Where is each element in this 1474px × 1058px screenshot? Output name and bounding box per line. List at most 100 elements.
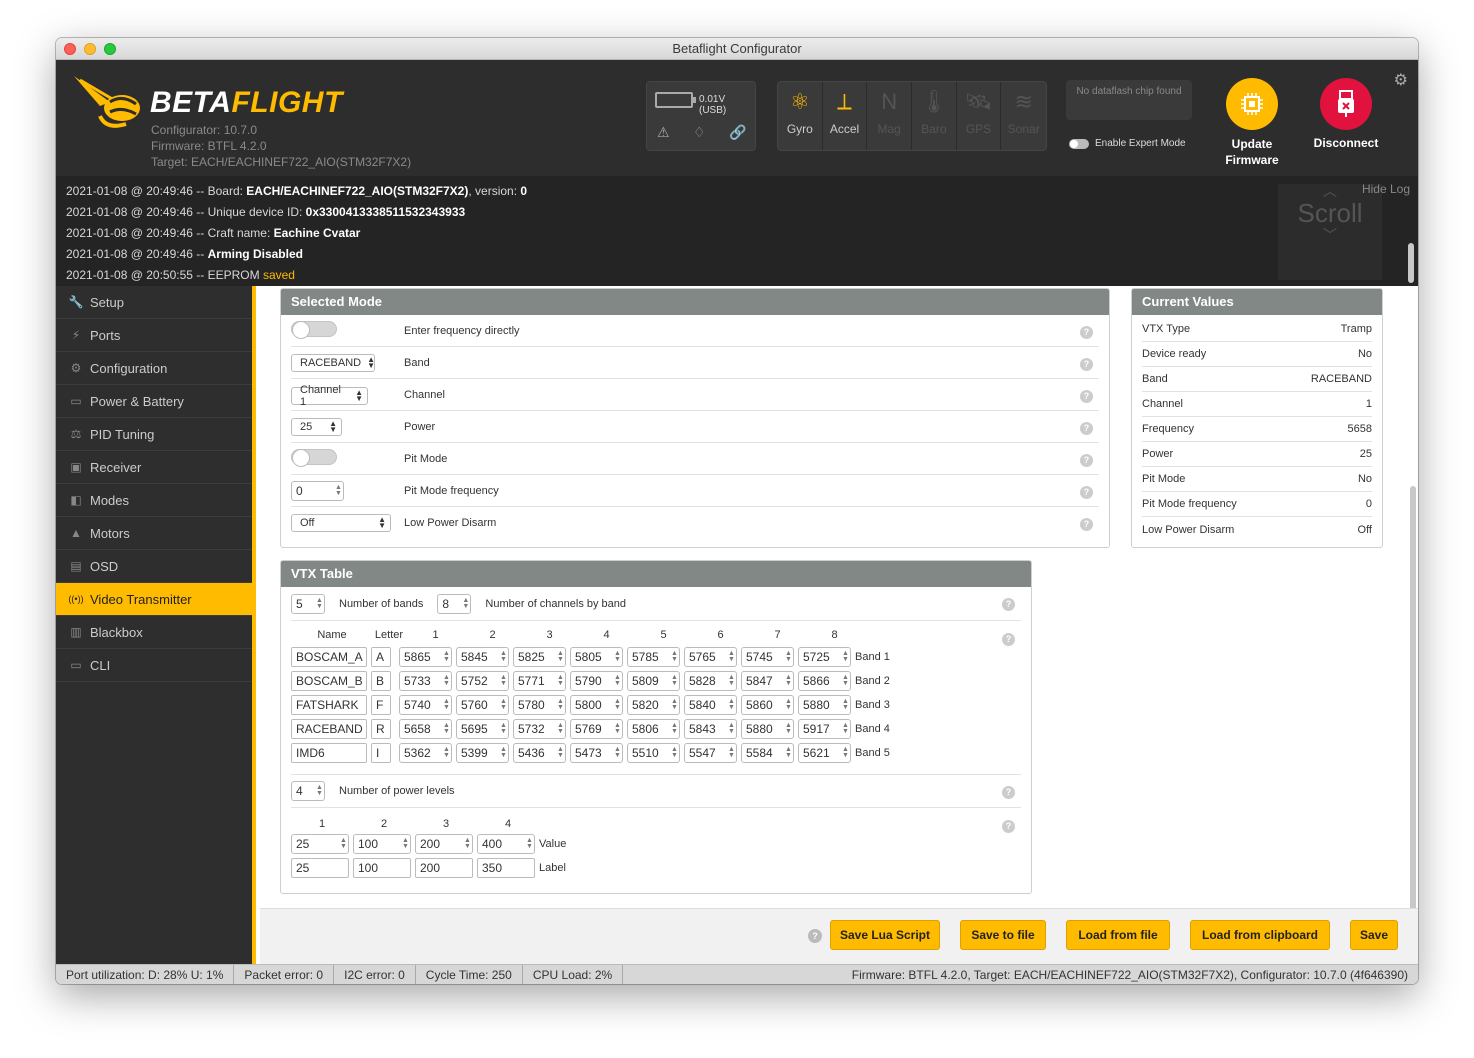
settings-gear-icon[interactable]: ⚙	[1394, 70, 1408, 90]
close-window-button[interactable]	[64, 43, 76, 55]
frequency-input[interactable]: 5828 ▲ ▼	[684, 671, 737, 691]
frequency-input[interactable]: 5473 ▲ ▼	[570, 743, 623, 763]
expert-mode-toggle[interactable]: Enable Expert Mode	[1069, 138, 1186, 149]
sidebar-item-modes[interactable]: ◧ Modes	[56, 484, 252, 517]
band-letter-input[interactable]: B	[371, 671, 391, 691]
frequency-input[interactable]: 5658 ▲ ▼	[399, 719, 452, 739]
help-icon[interactable]: ?	[1002, 598, 1015, 611]
frequency-input[interactable]: 5362 ▲ ▼	[399, 743, 452, 763]
content-scrollbar[interactable]	[1410, 486, 1416, 946]
number-of-channels-input[interactable]: 8 ▲ ▼	[437, 593, 472, 614]
save-button[interactable]: Save	[1350, 920, 1398, 950]
power-value-input[interactable]: 100 ▲ ▼	[353, 834, 411, 854]
help-icon[interactable]: ?	[1080, 454, 1093, 467]
help-icon[interactable]: ?	[1080, 422, 1093, 435]
help-icon[interactable]: ?	[1080, 486, 1093, 499]
frequency-input[interactable]: 5790 ▲ ▼	[570, 671, 623, 691]
frequency-input[interactable]: 5805 ▲ ▼	[570, 647, 623, 667]
frequency-input[interactable]: 5865 ▲ ▼	[399, 647, 452, 667]
save-to-file-button[interactable]: Save to file	[960, 920, 1046, 950]
frequency-input[interactable]: 5780 ▲ ▼	[513, 695, 566, 715]
band-name-input[interactable]: RACEBAND	[291, 719, 367, 739]
frequency-input[interactable]: 5843 ▲ ▼	[684, 719, 737, 739]
log-scrollbar[interactable]	[1408, 243, 1414, 283]
low-power-disarm-select[interactable]: Off ▲ ▼	[291, 514, 391, 532]
frequency-input[interactable]: 5765 ▲ ▼	[684, 647, 737, 667]
frequency-input[interactable]: 5399 ▲ ▼	[456, 743, 509, 763]
frequency-input[interactable]: 5917 ▲ ▼	[798, 719, 851, 739]
help-icon[interactable]: ?	[1080, 518, 1093, 531]
frequency-input[interactable]: 5547 ▲ ▼	[684, 743, 737, 763]
frequency-input[interactable]: 5584 ▲ ▼	[741, 743, 794, 763]
sidebar-item-receiver[interactable]: ▣ Receiver	[56, 451, 252, 484]
frequency-input[interactable]: 5845 ▲ ▼	[456, 647, 509, 667]
sidebar-item-power-battery[interactable]: ▭ Power & Battery	[56, 385, 252, 418]
frequency-input[interactable]: 5510 ▲ ▼	[627, 743, 680, 763]
frequency-input[interactable]: 5806 ▲ ▼	[627, 719, 680, 739]
power-value-input[interactable]: 400 ▲ ▼	[477, 834, 535, 854]
sidebar-item-configuration[interactable]: ⚙ Configuration	[56, 352, 252, 385]
power-label-input[interactable]: 100	[353, 858, 411, 878]
frequency-input[interactable]: 5733 ▲ ▼	[399, 671, 452, 691]
help-icon[interactable]: ?	[1080, 358, 1093, 371]
frequency-input[interactable]: 5732 ▲ ▼	[513, 719, 566, 739]
load-from-file-button[interactable]: Load from file	[1066, 920, 1170, 950]
help-icon[interactable]: ?	[808, 929, 822, 943]
help-icon[interactable]: ?	[1002, 633, 1015, 646]
frequency-input[interactable]: 5752 ▲ ▼	[456, 671, 509, 691]
frequency-input[interactable]: 5436 ▲ ▼	[513, 743, 566, 763]
zoom-window-button[interactable]	[104, 43, 116, 55]
sidebar-item-motors[interactable]: ▲ Motors	[56, 517, 252, 550]
band-letter-input[interactable]: A	[371, 647, 391, 667]
sidebar-item-setup[interactable]: 🔧 Setup	[56, 286, 252, 319]
frequency-input[interactable]: 5760 ▲ ▼	[456, 695, 509, 715]
disconnect-button[interactable]: Disconnect	[1308, 78, 1384, 150]
band-select[interactable]: RACEBAND ▲ ▼	[291, 353, 375, 372]
frequency-input[interactable]: 5800 ▲ ▼	[570, 695, 623, 715]
sidebar-item-blackbox[interactable]: ▥ Blackbox	[56, 616, 252, 649]
band-name-input[interactable]: IMD6	[291, 743, 367, 763]
help-icon[interactable]: ?	[1080, 390, 1093, 403]
number-of-bands-input[interactable]: 5 ▲ ▼	[291, 593, 325, 614]
power-label-input[interactable]: 25	[291, 858, 349, 878]
frequency-input[interactable]: 5847 ▲ ▼	[741, 671, 794, 691]
frequency-input[interactable]: 5769 ▲ ▼	[570, 719, 623, 739]
minimize-window-button[interactable]	[84, 43, 96, 55]
pit-mode-switch[interactable]	[291, 449, 337, 467]
save-lua-script-button[interactable]: Save Lua Script	[830, 920, 940, 950]
hide-log-link[interactable]: Hide Log	[1362, 179, 1410, 200]
band-name-input[interactable]: FATSHARK	[291, 695, 367, 715]
channel-select[interactable]: Channel 1 ▲ ▼	[291, 384, 368, 408]
sidebar-item-pid-tuning[interactable]: ⚖ PID Tuning	[56, 418, 252, 451]
power-label-input[interactable]: 200	[415, 858, 473, 878]
help-icon[interactable]: ?	[1002, 820, 1015, 833]
band-name-input[interactable]: BOSCAM_B	[291, 671, 367, 691]
load-from-clipboard-button[interactable]: Load from clipboard	[1190, 920, 1330, 950]
expert-mode-switch[interactable]	[1069, 138, 1089, 149]
frequency-input[interactable]: 5880 ▲ ▼	[798, 695, 851, 715]
frequency-input[interactable]: 5809 ▲ ▼	[627, 671, 680, 691]
update-firmware-button[interactable]: Update Firmware	[1216, 78, 1288, 168]
sidebar-item-ports[interactable]: ⚡ Ports	[56, 319, 252, 352]
power-value-input[interactable]: 25 ▲ ▼	[291, 834, 349, 854]
band-letter-input[interactable]: R	[371, 719, 391, 739]
pit-mode-frequency-input[interactable]: 0 ▲ ▼	[291, 480, 344, 501]
band-letter-input[interactable]: F	[371, 695, 391, 715]
power-select[interactable]: 25 ▲ ▼	[291, 417, 342, 436]
frequency-input[interactable]: 5820 ▲ ▼	[627, 695, 680, 715]
frequency-input[interactable]: 5840 ▲ ▼	[684, 695, 737, 715]
frequency-input[interactable]: 5771 ▲ ▼	[513, 671, 566, 691]
frequency-input[interactable]: 5866 ▲ ▼	[798, 671, 851, 691]
help-icon[interactable]: ?	[1002, 786, 1015, 799]
frequency-input[interactable]: 5745 ▲ ▼	[741, 647, 794, 667]
sidebar-item-osd[interactable]: ▤ OSD	[56, 550, 252, 583]
enter-frequency-switch[interactable]	[291, 321, 337, 339]
frequency-input[interactable]: 5621 ▲ ▼	[798, 743, 851, 763]
frequency-input[interactable]: 5695 ▲ ▼	[456, 719, 509, 739]
power-value-input[interactable]: 200 ▲ ▼	[415, 834, 473, 854]
frequency-input[interactable]: 5825 ▲ ▼	[513, 647, 566, 667]
power-label-input[interactable]: 350	[477, 858, 535, 878]
frequency-input[interactable]: 5860 ▲ ▼	[741, 695, 794, 715]
number-of-power-levels-input[interactable]: 4 ▲ ▼	[291, 781, 325, 801]
frequency-input[interactable]: 5880 ▲ ▼	[741, 719, 794, 739]
